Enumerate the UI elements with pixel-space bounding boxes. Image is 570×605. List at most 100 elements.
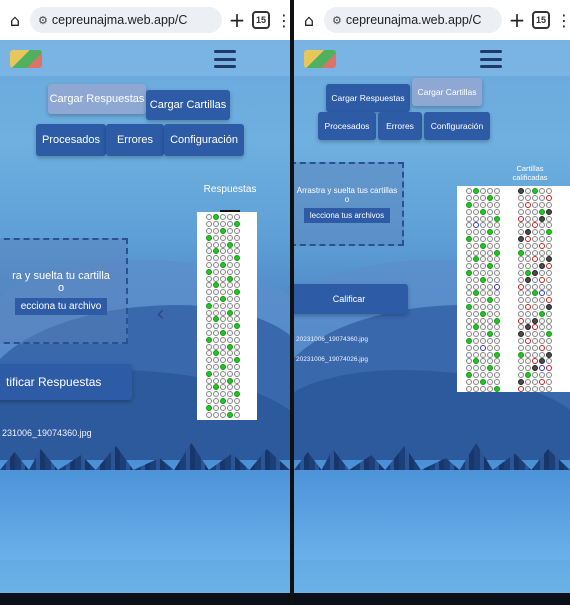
overflow-menu-icon[interactable]: ⋮: [276, 11, 290, 30]
answer-bubble: [213, 411, 219, 418]
answer-bubble: [234, 397, 240, 404]
answer-bubble: [546, 235, 552, 242]
answer-bubble: [532, 290, 538, 297]
answer-bubble: [220, 248, 226, 255]
site-settings-icon[interactable]: ⚙: [332, 14, 342, 27]
answer-bubble: [227, 221, 233, 228]
home-icon[interactable]: ⌂: [6, 11, 24, 30]
answer-bubble: [227, 261, 233, 268]
answer-bubble: [473, 263, 479, 270]
errores-button[interactable]: Errores: [106, 124, 164, 156]
answer-bubble: [213, 329, 219, 336]
answer-bubble: [480, 351, 486, 358]
answer-bubble: [518, 324, 524, 331]
answer-bubble: [220, 295, 226, 302]
address-bar[interactable]: ⚙ cepreunajma.web.app/C: [324, 7, 502, 33]
home-icon[interactable]: ⌂: [300, 11, 318, 30]
bubble-row: [518, 276, 568, 283]
select-files-button[interactable]: lecciona tus archivos: [303, 208, 391, 223]
answer-bubble: [227, 397, 233, 404]
certificar-respuestas-button[interactable]: tificar Respuestas: [0, 364, 132, 400]
carousel-prev-icon[interactable]: ‹: [156, 302, 165, 327]
procesados-button[interactable]: Procesados: [318, 112, 376, 140]
tab-switcher-icon[interactable]: 15: [252, 11, 270, 29]
bubble-row: [459, 283, 515, 290]
cargar-cartillas-button[interactable]: Cargar Cartillas: [412, 78, 482, 106]
tab-switcher-icon[interactable]: 15: [532, 11, 550, 29]
select-file-button[interactable]: ecciona tu archivo: [14, 298, 108, 315]
answer-bubble: [213, 363, 219, 370]
hamburger-menu-icon[interactable]: [480, 50, 502, 68]
answer-bubble: [206, 295, 212, 302]
answer-bubble: [234, 221, 240, 228]
answer-bubble: [487, 290, 493, 297]
answer-bubble: [206, 241, 212, 248]
answer-bubble: [518, 371, 524, 378]
answer-bubble: [213, 370, 219, 377]
answer-bubble: [227, 391, 233, 398]
cargar-respuestas-button[interactable]: Cargar Respuestas: [48, 84, 146, 114]
answer-bubble: [480, 310, 486, 317]
site-settings-icon[interactable]: ⚙: [38, 14, 48, 27]
browser-toolbar: ⌂ ⚙ cepreunajma.web.app/C + 15 ⋮: [294, 0, 570, 40]
right-phone-screen: ⌂ ⚙ cepreunajma.web.app/C + 15 ⋮ Cargar …: [294, 0, 570, 605]
answer-bubble: [227, 248, 233, 255]
bubble-row: [459, 263, 515, 270]
answer-bubble: [539, 263, 545, 270]
answer-bubble: [539, 208, 545, 215]
answer-bubble: [494, 303, 500, 310]
answer-bubble: [546, 249, 552, 256]
answer-bubble: [480, 242, 486, 249]
answer-bubble: [234, 302, 240, 309]
answer-bubble: [227, 295, 233, 302]
answer-bubble: [220, 275, 226, 282]
answer-bubble: [234, 268, 240, 275]
cartillas-calificadas-title: Cartillas calificadas: [512, 164, 548, 182]
calificar-button[interactable]: Calificar: [294, 284, 408, 314]
bubble-row: [199, 377, 255, 384]
new-tab-icon[interactable]: +: [228, 8, 246, 32]
configuracion-button[interactable]: Configuración: [164, 124, 244, 156]
hamburger-menu-icon[interactable]: [214, 50, 236, 68]
cargar-cartillas-button[interactable]: Cargar Cartillas: [146, 90, 230, 120]
errores-button[interactable]: Errores: [378, 112, 422, 140]
answer-bubble: [518, 229, 524, 236]
bubble-row: [518, 229, 568, 236]
bubble-row: [459, 215, 515, 222]
answer-bubble: [480, 331, 486, 338]
answer-bubble: [220, 268, 226, 275]
answer-bubble: [539, 222, 545, 229]
answer-bubble: [220, 336, 226, 343]
bubble-row: [199, 302, 255, 309]
overflow-menu-icon[interactable]: ⋮: [556, 11, 570, 30]
answer-dropzone[interactable]: ra y suelta tu cartilla o ecciona tu arc…: [0, 238, 128, 344]
address-bar[interactable]: ⚙ cepreunajma.web.app/C: [30, 7, 222, 33]
bubble-row: [518, 337, 568, 345]
answer-bubble: [466, 344, 472, 351]
answer-bubble: [466, 242, 472, 249]
answer-bubble: [480, 276, 486, 283]
answer-bubble: [518, 378, 524, 385]
bubble-row: [518, 235, 568, 243]
bubble-row: [199, 227, 255, 235]
answer-bubble: [213, 377, 219, 384]
cargar-respuestas-button[interactable]: Cargar Respuestas: [326, 84, 410, 112]
bubble-row: [459, 195, 515, 202]
answer-bubble: [494, 324, 500, 331]
cartillas-dropzone[interactable]: Arrastra y suelta tus cartillas o leccio…: [294, 162, 404, 246]
answer-bubble: [532, 269, 538, 276]
answer-bubble: [220, 391, 226, 398]
answer-bubble: [532, 263, 538, 270]
answer-bubble: [525, 385, 531, 392]
answer-bubble: [525, 331, 531, 338]
procesados-button[interactable]: Procesados: [36, 124, 106, 156]
bubble-row: [459, 365, 515, 372]
answer-bubble: [227, 336, 233, 343]
answer-bubble: [546, 324, 552, 331]
answer-bubble: [206, 268, 212, 275]
new-tab-icon[interactable]: +: [508, 8, 526, 32]
answer-bubble: [220, 255, 226, 262]
answer-bubble: [494, 256, 500, 263]
configuracion-button[interactable]: Configuración: [424, 112, 490, 140]
answer-bubble: [525, 371, 531, 378]
